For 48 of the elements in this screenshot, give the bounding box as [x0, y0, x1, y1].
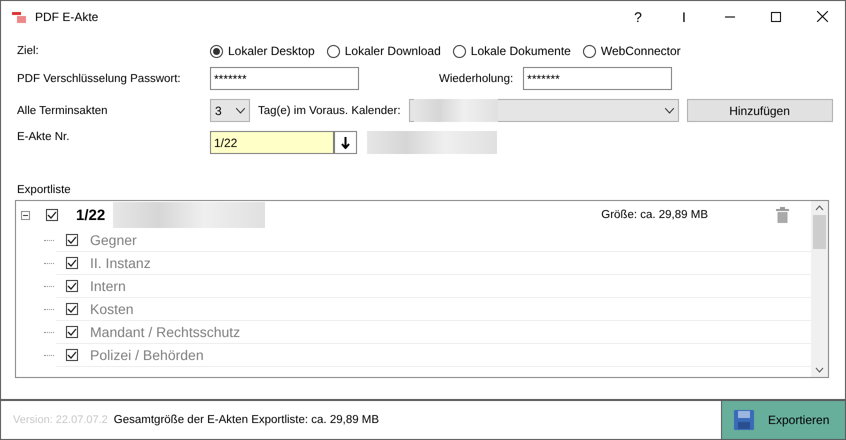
password-field[interactable]: *******: [210, 67, 359, 90]
checkbox[interactable]: [66, 326, 78, 338]
field-label: Alle Terminsakten: [17, 104, 109, 116]
checkbox[interactable]: [66, 234, 78, 246]
folder-label: Mandant / Rechtsschutz: [90, 324, 240, 340]
checkbox[interactable]: [46, 209, 58, 221]
size-text: Größe: ca. 29,89 MB: [601, 209, 708, 221]
close-icon: [816, 11, 828, 22]
field-label: Ziel:: [17, 45, 40, 57]
title-bar-button[interactable]: I: [661, 1, 707, 32]
maximize-icon: [771, 12, 781, 22]
radio-option[interactable]: Lokale Dokumente: [452, 44, 571, 58]
checkbox[interactable]: [66, 257, 78, 269]
section-label: Exportliste: [17, 184, 72, 196]
field-label: Tag(e) im Voraus. Kalender:: [258, 104, 401, 116]
save-icon: [734, 410, 754, 430]
scrollbar[interactable]: [811, 201, 828, 377]
folder-label: Intern: [90, 278, 126, 294]
add-button[interactable]: Hinzufügen: [686, 99, 833, 122]
chevron-down-icon: [236, 108, 245, 114]
folder-label: Kosten: [90, 301, 134, 317]
total-size-text: Gesamtgröße der E-Akten Exportliste: ca. 29,89 MB: [114, 414, 380, 426]
scroll-thumb[interactable]: [813, 215, 826, 249]
folder-label: Gegner: [90, 232, 137, 248]
export-button[interactable]: Exportieren: [721, 401, 845, 439]
password-repeat-field[interactable]: *******: [523, 67, 672, 90]
file-number: 1/22: [76, 206, 106, 224]
checkbox[interactable]: [66, 303, 78, 315]
checkbox[interactable]: [66, 349, 78, 361]
radio-option[interactable]: Lokaler Desktop: [210, 44, 315, 58]
window-title: PDF E-Akte: [35, 10, 100, 24]
radio-option[interactable]: Lokaler Download: [326, 44, 441, 58]
trash-icon[interactable]: [776, 207, 789, 223]
arrow-down-icon: [341, 136, 350, 148]
folder-label: Polizei / Behörden: [90, 347, 204, 363]
radio-option[interactable]: WebConnector: [582, 44, 681, 58]
down-arrow-button[interactable]: [334, 131, 357, 154]
pdf-app-icon: [11, 10, 27, 24]
field-label: Wiederholung:: [439, 72, 514, 84]
title-bar-button[interactable]: ?: [615, 1, 661, 32]
file-number-field[interactable]: 1/22: [210, 131, 334, 154]
collapse-icon[interactable]: [21, 210, 30, 220]
field-label: PDF Verschlüsselung Passwort:: [17, 72, 182, 84]
days-dropdown[interactable]: 3: [210, 99, 250, 122]
field-label: E-Akte Nr.: [17, 131, 70, 143]
chevron-down-icon: [664, 108, 674, 114]
folder-label: II. Instanz: [90, 255, 151, 271]
checkbox[interactable]: [66, 280, 78, 292]
